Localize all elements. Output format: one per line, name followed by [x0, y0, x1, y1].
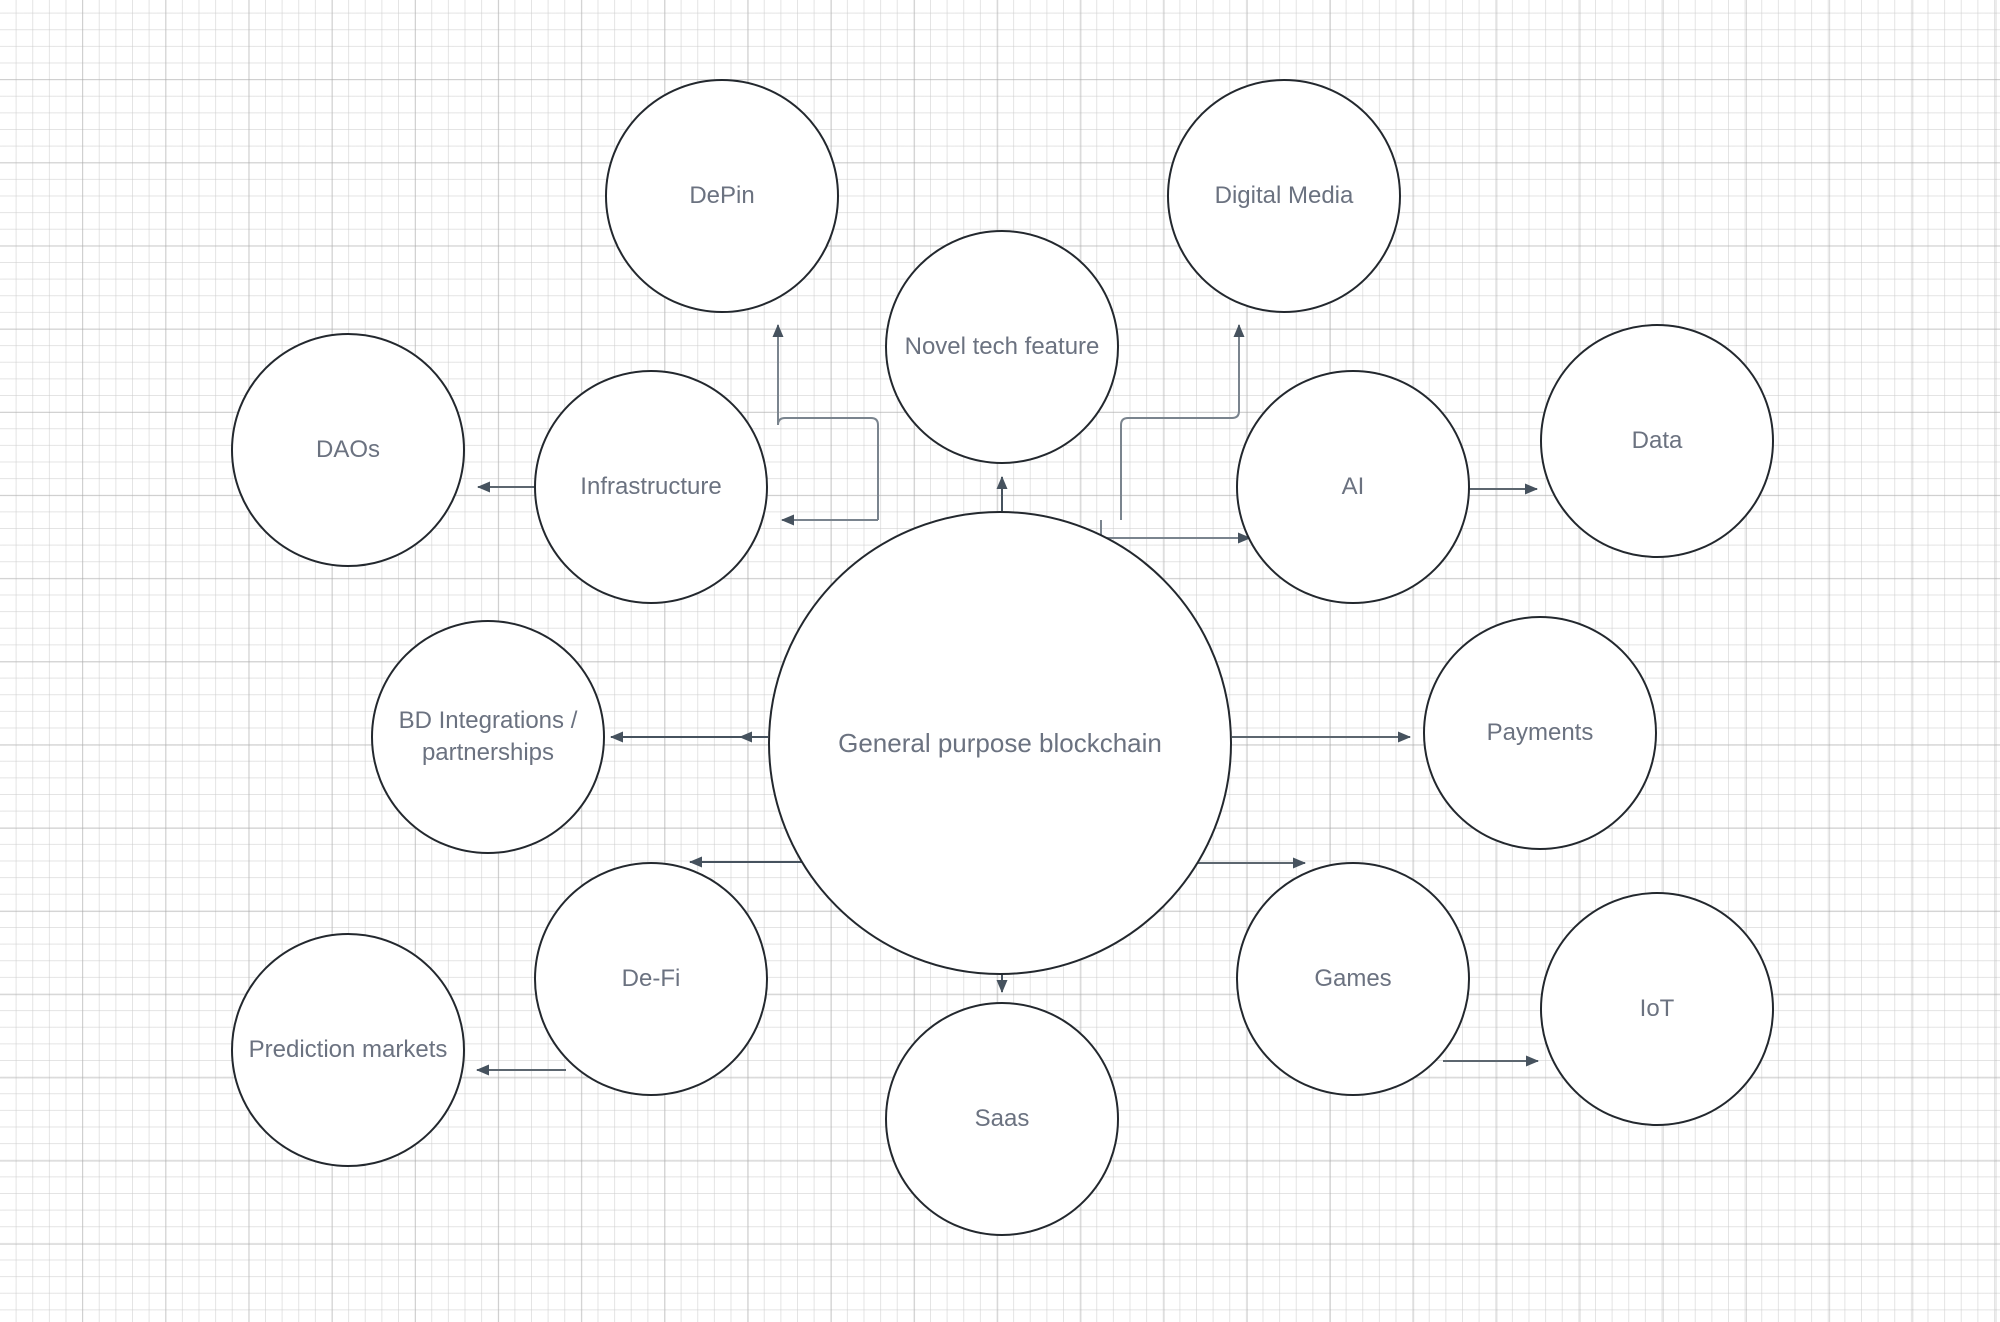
- node-infrastructure-label: Infrastructure: [580, 473, 722, 501]
- node-de-fi-label: De-Fi: [621, 965, 681, 993]
- node-digital-media[interactable]: Digital Media: [1167, 79, 1401, 313]
- node-games[interactable]: Games: [1236, 862, 1470, 1096]
- node-prediction-markets-label: Prediction markets: [248, 1036, 448, 1064]
- node-data[interactable]: Data: [1540, 324, 1774, 558]
- node-novel-tech-feature[interactable]: Novel tech feature: [885, 230, 1119, 464]
- node-depin[interactable]: DePin: [605, 79, 839, 313]
- node-iot[interactable]: IoT: [1540, 892, 1774, 1126]
- node-digital-media-label: Digital Media: [1214, 182, 1354, 210]
- node-infrastructure[interactable]: Infrastructure: [534, 370, 768, 604]
- node-payments[interactable]: Payments: [1423, 616, 1657, 850]
- node-iot-label: IoT: [1639, 995, 1675, 1023]
- node-bd-integrations[interactable]: BD Integrations / partnerships: [371, 620, 605, 854]
- node-core-label: General purpose blockchain: [838, 727, 1162, 758]
- node-games-label: Games: [1314, 965, 1392, 993]
- edge-core-to-digital-media: [1120, 324, 1245, 520]
- node-bd-integrations-label: BD Integrations / partnerships: [398, 707, 578, 766]
- diagram-canvas[interactable]: General purpose blockchain DePin Novel t…: [0, 0, 2000, 1322]
- node-ai-label: AI: [1341, 473, 1365, 501]
- edge-core-to-depin: [772, 324, 879, 520]
- node-core[interactable]: General purpose blockchain: [768, 511, 1232, 975]
- node-prediction-markets[interactable]: Prediction markets: [231, 933, 465, 1167]
- edge-core-to-ai: [1100, 520, 1251, 544]
- node-data-label: Data: [1631, 427, 1683, 455]
- node-ai[interactable]: AI: [1236, 370, 1470, 604]
- node-saas[interactable]: Saas: [885, 1002, 1119, 1236]
- node-daos-label: DAOs: [315, 436, 380, 464]
- node-de-fi[interactable]: De-Fi: [534, 862, 768, 1096]
- node-novel-tech-feature-label: Novel tech feature: [904, 333, 1100, 361]
- node-depin-label: DePin: [689, 182, 755, 210]
- node-saas-label: Saas: [974, 1105, 1030, 1133]
- node-payments-label: Payments: [1486, 719, 1594, 747]
- node-daos[interactable]: DAOs: [231, 333, 465, 567]
